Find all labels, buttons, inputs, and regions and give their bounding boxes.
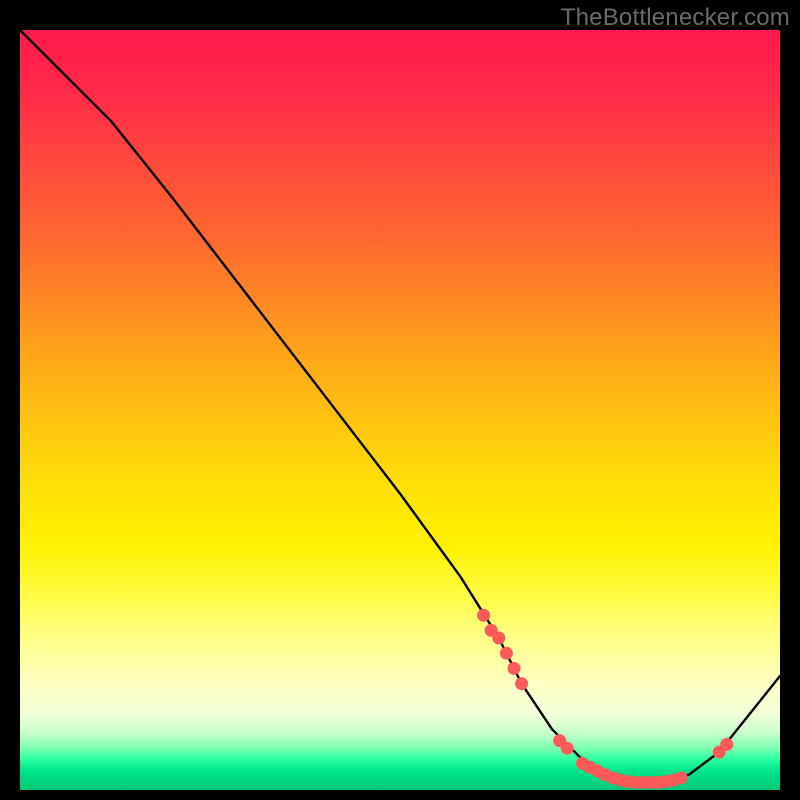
highlight-point [720, 738, 733, 751]
highlight-point [492, 632, 505, 645]
chart-svg [20, 30, 780, 790]
chart-frame: TheBottlenecker.com [0, 0, 800, 800]
plot-area [20, 30, 780, 790]
highlight-point [675, 771, 688, 784]
watermark-text: TheBottlenecker.com [561, 4, 790, 32]
highlight-point [477, 609, 490, 622]
highlight-point [561, 742, 574, 755]
bottleneck-curve [20, 30, 780, 782]
highlight-point [500, 647, 513, 660]
highlight-point [515, 677, 528, 690]
highlight-points-group [477, 609, 733, 789]
highlight-point [508, 662, 521, 675]
